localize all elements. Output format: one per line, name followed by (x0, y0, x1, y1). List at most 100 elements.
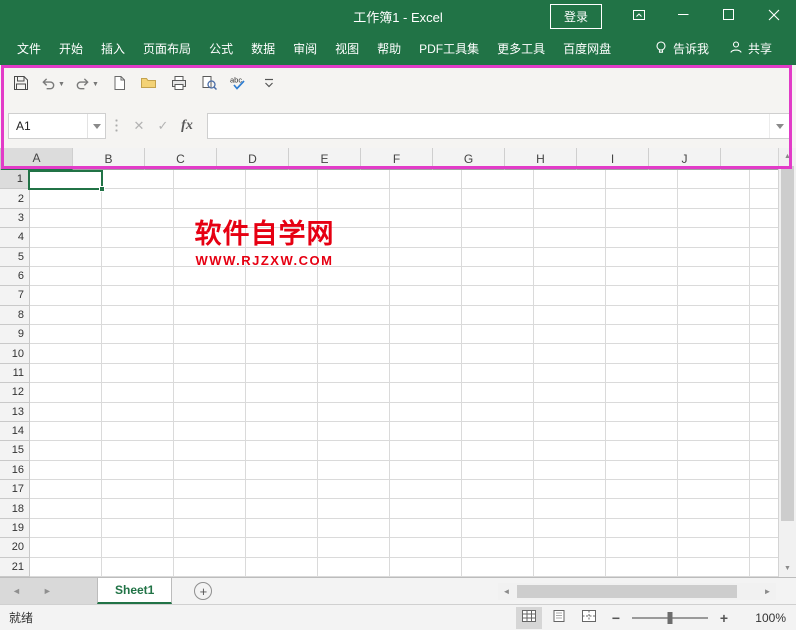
cell-H6[interactable] (534, 266, 606, 287)
expand-formula-bar-button[interactable] (769, 114, 789, 138)
menu-tab-data[interactable]: 数据 (242, 32, 284, 65)
cell-G13[interactable] (462, 402, 534, 422)
cell-F18[interactable] (390, 499, 462, 519)
cell-B21[interactable] (102, 557, 174, 577)
cell-I7[interactable] (606, 286, 678, 306)
cell-I16[interactable] (606, 460, 678, 480)
cell-B16[interactable] (102, 460, 174, 480)
cell-B8[interactable] (102, 305, 174, 325)
cell-J4[interactable] (678, 228, 750, 248)
cell-E20[interactable] (318, 538, 390, 558)
cell-I4[interactable] (606, 228, 678, 248)
cell-E13[interactable] (318, 402, 390, 422)
cell-F21[interactable] (390, 557, 462, 577)
cell-G14[interactable] (462, 421, 534, 442)
cell-E10[interactable] (318, 344, 390, 364)
cell-E14[interactable] (318, 421, 390, 442)
cell-J19[interactable] (678, 518, 750, 539)
menu-tab-pdf-tools[interactable]: PDF工具集 (410, 32, 488, 65)
name-box-dropdown[interactable] (87, 114, 105, 138)
cell-B2[interactable] (102, 189, 174, 209)
menu-tab-insert[interactable]: 插入 (92, 32, 134, 65)
cell-I12[interactable] (606, 383, 678, 403)
cell-J11[interactable] (678, 363, 750, 384)
menu-tab-review[interactable]: 审阅 (284, 32, 326, 65)
menu-tab-page-layout[interactable]: 页面布局 (134, 32, 200, 65)
cell-J21[interactable] (678, 557, 750, 577)
cell-G12[interactable] (462, 383, 534, 403)
cell-B19[interactable] (102, 518, 174, 539)
cell-D21[interactable] (246, 557, 318, 577)
cell-B18[interactable] (102, 499, 174, 519)
menu-tab-baidu-netdisk[interactable]: 百度网盘 (554, 32, 620, 65)
cell-E9[interactable] (318, 325, 390, 345)
cell-G11[interactable] (462, 363, 534, 384)
column-header-H[interactable]: H (505, 148, 577, 170)
cell-E12[interactable] (318, 383, 390, 403)
cell-J6[interactable] (678, 266, 750, 287)
enter-entry-button[interactable]: ✓ (151, 113, 175, 139)
row-header-3[interactable]: 3 (0, 208, 30, 229)
cell-F2[interactable] (390, 189, 462, 209)
cell-F17[interactable] (390, 480, 462, 500)
cell-G3[interactable] (462, 208, 534, 229)
row-header-1[interactable]: 1 (0, 170, 30, 190)
cell-I11[interactable] (606, 363, 678, 384)
sheet-tab-sheet1[interactable]: Sheet1 (97, 578, 173, 604)
column-header-A[interactable]: A (1, 148, 73, 170)
cell-F7[interactable] (390, 286, 462, 306)
cell-B5[interactable] (102, 247, 174, 267)
select-all-corner[interactable] (0, 148, 1, 170)
cell-I8[interactable] (606, 305, 678, 325)
cell-A18[interactable] (30, 499, 102, 519)
cell-G5[interactable] (462, 247, 534, 267)
zoom-level[interactable]: 100% (744, 611, 786, 625)
cell-H16[interactable] (534, 460, 606, 480)
cell-C13[interactable] (174, 402, 246, 422)
sheet-navigation[interactable]: ◄ ► (0, 578, 97, 604)
cell-H20[interactable] (534, 538, 606, 558)
cell-C1[interactable] (174, 170, 246, 190)
cell-A16[interactable] (30, 460, 102, 480)
cell-J10[interactable] (678, 344, 750, 364)
cell-E18[interactable] (318, 499, 390, 519)
cell-G17[interactable] (462, 480, 534, 500)
prev-sheet-icon[interactable]: ◄ (12, 586, 21, 596)
cell-J17[interactable] (678, 480, 750, 500)
close-button[interactable] (751, 0, 796, 32)
cell-D20[interactable] (246, 538, 318, 558)
open-button[interactable] (136, 71, 162, 99)
cell-A7[interactable] (30, 286, 102, 306)
undo-dropdown-icon[interactable]: ▼ (58, 81, 65, 88)
redo-dropdown-icon[interactable]: ▼ (92, 81, 99, 88)
cell-B1[interactable] (102, 170, 174, 190)
cell-I10[interactable] (606, 344, 678, 364)
cell-J8[interactable] (678, 305, 750, 325)
cell-A5[interactable] (30, 247, 102, 267)
cell-F14[interactable] (390, 421, 462, 442)
cell-G15[interactable] (462, 441, 534, 461)
cell-J3[interactable] (678, 208, 750, 229)
column-header-C[interactable]: C (145, 148, 217, 170)
menu-tab-home[interactable]: 开始 (50, 32, 92, 65)
cell-D9[interactable] (246, 325, 318, 345)
cell-C14[interactable] (174, 421, 246, 442)
menu-tab-formulas[interactable]: 公式 (200, 32, 242, 65)
menu-tab-file[interactable]: 文件 (8, 32, 50, 65)
cell-I6[interactable] (606, 266, 678, 287)
cell-J20[interactable] (678, 538, 750, 558)
cell-B12[interactable] (102, 383, 174, 403)
cell-E1[interactable] (318, 170, 390, 190)
cell-H3[interactable] (534, 208, 606, 229)
cell-F6[interactable] (390, 266, 462, 287)
cell-I15[interactable] (606, 441, 678, 461)
cell-G18[interactable] (462, 499, 534, 519)
cell-A10[interactable] (30, 344, 102, 364)
cell-B17[interactable] (102, 480, 174, 500)
cell-C7[interactable] (174, 286, 246, 306)
cell-I5[interactable] (606, 247, 678, 267)
column-header-I[interactable]: I (577, 148, 649, 170)
cell-I9[interactable] (606, 325, 678, 345)
horizontal-scroll-track[interactable] (515, 583, 759, 600)
cell-A4[interactable] (30, 228, 102, 248)
